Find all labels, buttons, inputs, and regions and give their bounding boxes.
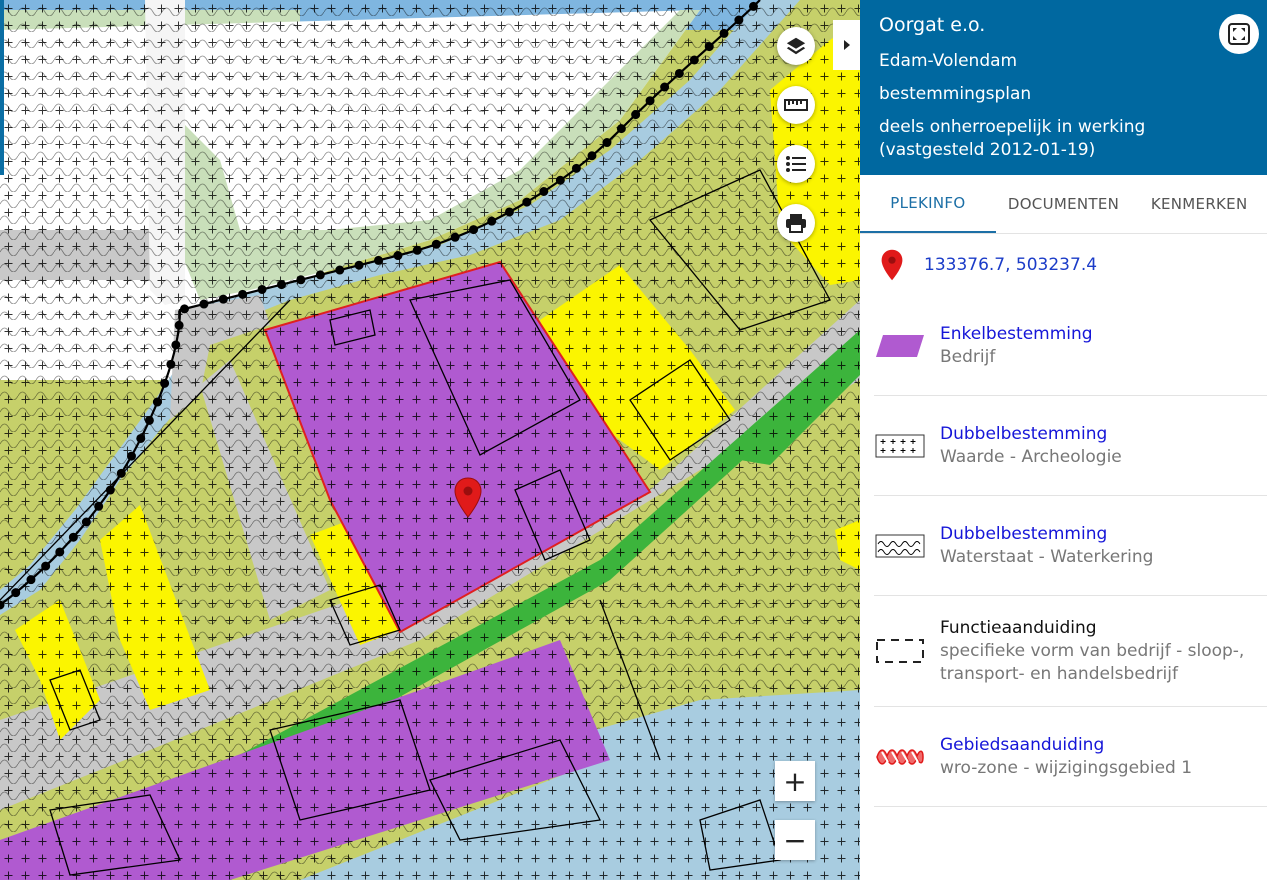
collapse-panel-button[interactable] bbox=[833, 20, 860, 70]
expand-icon bbox=[1228, 23, 1250, 45]
legend-title[interactable]: Enkelbestemming bbox=[940, 323, 1093, 346]
legend-title[interactable]: Dubbelbestemming bbox=[940, 523, 1153, 546]
layers-icon bbox=[786, 37, 806, 55]
plan-status: deels onherroepelijk in werking (vastges… bbox=[879, 117, 1146, 160]
dashed-rectangle-icon bbox=[876, 639, 924, 663]
wave-pattern-icon bbox=[875, 534, 925, 557]
municipality: Edam-Volendam bbox=[879, 51, 1018, 71]
tab-documenten[interactable]: DOCUMENTEN bbox=[996, 175, 1132, 233]
legend-subtitle: Waarde - Archeologie bbox=[940, 446, 1122, 467]
measure-button[interactable] bbox=[777, 86, 815, 124]
zoning-map[interactable] bbox=[0, 0, 860, 880]
ruler-icon bbox=[784, 99, 808, 111]
location-marker-icon[interactable] bbox=[454, 477, 482, 519]
info-panel: Oorgat e.o. Edam-Volendam bestemmingspla… bbox=[860, 0, 1267, 880]
coordinates: 133376.7, 503237.4 bbox=[924, 255, 1098, 275]
legend-item-bedrijf[interactable]: Enkelbestemming Bedrijf bbox=[874, 296, 1267, 396]
location-row: 133376.7, 503237.4 bbox=[860, 234, 1267, 296]
tab-kenmerken[interactable]: KENMERKEN bbox=[1131, 175, 1267, 233]
red-zigzag-zone-icon bbox=[876, 748, 924, 765]
legend-subtitle: Waterstaat - Waterkering bbox=[940, 546, 1154, 567]
zoom-out-button[interactable]: − bbox=[775, 820, 815, 860]
chevron-right-icon bbox=[843, 40, 850, 50]
legend-subtitle: Bedrijf bbox=[940, 346, 996, 367]
plan-type: bestemmingsplan bbox=[879, 84, 1032, 104]
legend-title: Functieaanduiding bbox=[940, 617, 1097, 638]
layers-button[interactable] bbox=[777, 27, 815, 65]
legend-item-waterkering[interactable]: Dubbelbestemming Waterstaat - Waterkerin… bbox=[874, 496, 1267, 596]
plan-header: Oorgat e.o. Edam-Volendam bestemmingspla… bbox=[860, 0, 1267, 175]
fullscreen-button[interactable] bbox=[1219, 14, 1259, 54]
plan-title: Oorgat e.o. bbox=[879, 14, 986, 36]
purple-parallelogram-icon bbox=[876, 334, 924, 357]
list-icon bbox=[786, 156, 806, 172]
legend-title[interactable]: Gebiedsaanduiding bbox=[940, 734, 1192, 757]
legend-subtitle: specifieke vorm van bedrijf - sloop-, tr… bbox=[940, 640, 1245, 684]
legend-button[interactable] bbox=[777, 145, 815, 183]
print-button[interactable] bbox=[777, 204, 815, 242]
plus-pattern-icon bbox=[875, 434, 925, 457]
map-view[interactable]: + − bbox=[0, 0, 860, 880]
tab-bar: PLEKINFO DOCUMENTEN KENMERKEN bbox=[860, 175, 1267, 234]
zoom-in-button[interactable]: + bbox=[775, 761, 815, 801]
legend-item-gebiedsaanduiding[interactable]: Gebiedsaanduiding wro-zone - wijzigingsg… bbox=[874, 707, 1267, 807]
tab-plekinfo[interactable]: PLEKINFO bbox=[860, 175, 996, 233]
side-accent bbox=[0, 0, 4, 175]
map-pin-icon bbox=[881, 249, 903, 281]
legend-subtitle: wro-zone - wijzigingsgebied 1 bbox=[940, 757, 1193, 778]
legend-title[interactable]: Dubbelbestemming bbox=[940, 423, 1122, 446]
legend-item-functieaanduiding: Functieaanduiding specifieke vorm van be… bbox=[874, 596, 1267, 707]
legend-item-archeologie[interactable]: Dubbelbestemming Waarde - Archeologie bbox=[874, 396, 1267, 496]
printer-icon bbox=[786, 214, 806, 233]
